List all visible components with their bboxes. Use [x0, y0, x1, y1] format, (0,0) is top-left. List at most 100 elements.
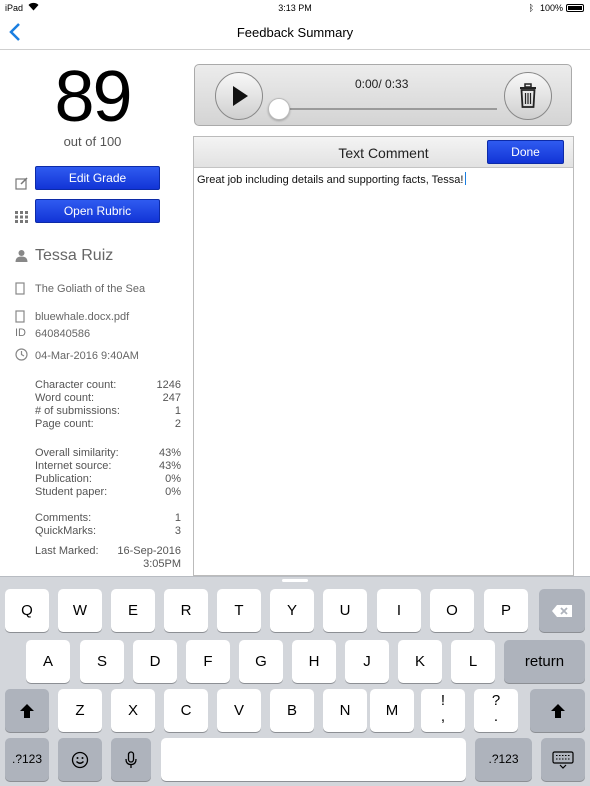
open-rubric-button[interactable]: Open Rubric [35, 199, 160, 223]
return-key[interactable]: return [504, 640, 585, 683]
key-k[interactable]: K [398, 640, 442, 683]
edit-grade-button[interactable]: Edit Grade [35, 166, 160, 190]
stat-row: Last Marked: 16-Sep-2016 [35, 545, 181, 558]
comment-text-area[interactable]: Great job including details and supporti… [197, 172, 569, 186]
stat-row: 3:05PM [35, 558, 181, 571]
playback-track[interactable] [279, 108, 497, 110]
key-l[interactable]: L [451, 640, 495, 683]
key-j[interactable]: J [345, 640, 389, 683]
stat-label: Page count: [35, 418, 94, 430]
last-marked-time: 3:05PM [143, 558, 181, 570]
shift-icon [20, 704, 34, 719]
key-d[interactable]: D [133, 640, 177, 683]
keyboard-handle[interactable] [282, 579, 308, 582]
comment-text: Great job including details and supporti… [197, 174, 464, 186]
student-name: Tessa Ruiz [35, 247, 114, 264]
stat-row: Publication: 0% [35, 473, 181, 486]
key-i[interactable]: I [377, 589, 421, 632]
emoji-icon [71, 751, 89, 769]
user-icon [15, 249, 28, 265]
done-button[interactable]: Done [487, 140, 564, 164]
key-e[interactable]: E [111, 589, 155, 632]
battery-percent: 100% [539, 3, 563, 13]
rubric-icon [15, 210, 29, 224]
playback-slider-handle[interactable] [268, 98, 290, 120]
comment-header: Text Comment Done [194, 137, 573, 168]
stat-row: Overall similarity: 43% [35, 447, 181, 460]
battery-status: ᛒ 100% [529, 3, 584, 13]
key-c[interactable]: C [164, 689, 208, 732]
stat-row: Comments: 1 [35, 512, 181, 525]
key-exclamation-comma[interactable]: ! , [421, 689, 465, 732]
stat-value: 247 [162, 392, 181, 404]
key-t[interactable]: T [217, 589, 261, 632]
stat-row: QuickMarks: 3 [35, 525, 181, 538]
stat-value: 0% [165, 473, 181, 485]
count-stats: Character count: 1246 Word count: 247 # of… [35, 379, 181, 431]
key-b[interactable]: B [270, 689, 314, 732]
grade-out-of: out of 100 [63, 134, 122, 149]
numbers-key-left[interactable]: .?123 [5, 738, 49, 781]
stat-value: 1246 [156, 379, 181, 391]
key-a[interactable]: A [26, 640, 70, 683]
key-u[interactable]: U [323, 589, 367, 632]
navigation-bar: Feedback Summary [0, 16, 590, 50]
backspace-key[interactable] [539, 589, 585, 632]
last-marked-date: 16-Sep-2016 [117, 545, 181, 557]
key-w[interactable]: W [58, 589, 102, 632]
hide-keyboard-key[interactable] [541, 738, 585, 781]
space-bar[interactable] [161, 738, 466, 781]
text-comment-panel: Text Comment Done Great job including de… [193, 136, 574, 576]
text-caret [465, 172, 467, 185]
stat-label: Last Marked: [35, 545, 99, 557]
shift-key-left[interactable] [5, 689, 49, 732]
shift-icon [550, 704, 565, 719]
numbers-key-right[interactable]: .?123 [475, 738, 532, 781]
id-label: ID [15, 327, 26, 339]
edit-icon [15, 176, 29, 190]
similarity-stats: Overall similarity: 43% Internet source: 4… [35, 447, 181, 499]
key-y[interactable]: Y [270, 589, 314, 632]
key-q[interactable]: Q [5, 589, 49, 632]
key-s[interactable]: S [80, 640, 124, 683]
shift-key-right[interactable] [530, 689, 585, 732]
key-g[interactable]: G [239, 640, 283, 683]
on-screen-keyboard: Q W E R T Y U I O P A S D F G H J K L re… [0, 576, 590, 786]
emoji-key[interactable] [58, 738, 102, 781]
key-h[interactable]: H [292, 640, 336, 683]
microphone-icon [125, 751, 137, 769]
key-p[interactable]: P [484, 589, 528, 632]
stat-label: Publication: [35, 473, 92, 485]
playback-time: 0:00/ 0:33 [355, 77, 409, 91]
key-o[interactable]: O [430, 589, 474, 632]
delete-recording-button[interactable] [504, 72, 552, 120]
stat-label: Character count: [35, 379, 117, 391]
key-question-period[interactable]: ? . [474, 689, 518, 732]
key-x[interactable]: X [111, 689, 155, 732]
submission-date: 04-Mar-2016 9:40AM [35, 350, 139, 362]
key-m[interactable]: M [370, 689, 414, 732]
grade-score: 89 [54, 57, 132, 137]
key-z[interactable]: Z [58, 689, 102, 732]
stat-row: Word count: 247 [35, 392, 181, 405]
key-v[interactable]: V [217, 689, 261, 732]
stat-label: QuickMarks: [35, 525, 97, 537]
play-button[interactable] [215, 72, 263, 120]
key-f[interactable]: F [186, 640, 230, 683]
key-bottom-char: , [440, 708, 446, 725]
key-r[interactable]: R [164, 589, 208, 632]
key-n[interactable]: N [323, 689, 367, 732]
stat-label: Student paper: [35, 486, 108, 498]
stat-value: 43% [158, 460, 181, 472]
trash-icon [520, 83, 536, 108]
stat-row: Character count: 1246 [35, 379, 181, 392]
status-bar: iPad 3:13 PM ᛒ 100% [0, 0, 590, 16]
mark-stats: Comments: 1 QuickMarks: 3 [35, 512, 181, 538]
key-top-char: ? [491, 692, 501, 709]
status-time: 3:13 PM [278, 3, 312, 13]
bluetooth-icon: ᛒ [528, 3, 534, 13]
stat-value: 3 [174, 525, 181, 537]
stat-label: Word count: [35, 392, 95, 404]
stat-value: 43% [158, 447, 181, 459]
dictation-key[interactable] [111, 738, 151, 781]
